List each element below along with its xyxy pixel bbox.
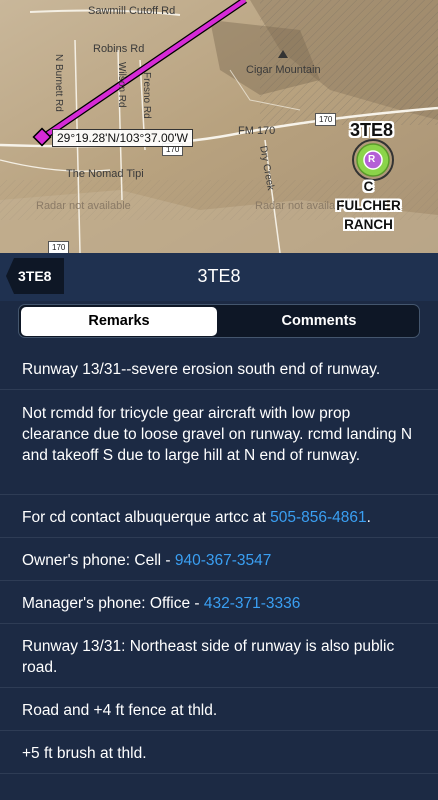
remark-text: Runway 13/31--severe erosion south end o… (22, 361, 381, 378)
route-badge: 170 (48, 241, 70, 253)
remarks-list: Runway 13/31--severe erosion south end o… (0, 347, 438, 774)
airport-name-label[interactable]: C FULCHER RANCH (331, 177, 406, 234)
list-item: Road and +4 ft fence at thld. (0, 688, 438, 731)
map-view[interactable]: Sawmill Cutoff Rd Robins Rd N Burnett Rd… (0, 0, 438, 253)
list-item: Manager's phone: Office - 432-371-3336 (0, 581, 438, 624)
airport-marker-label: R (368, 154, 376, 165)
route-badge: 170 (315, 113, 337, 126)
remark-text: Owner's phone: Cell - (22, 552, 175, 569)
remark-text: . (366, 509, 371, 526)
map-label: Robins Rd (93, 43, 145, 55)
list-item: +5 ft brush at thld. (0, 731, 438, 774)
remark-text: Runway 13/31: Northeast side of runway i… (22, 638, 395, 676)
remark-text: Not rcmdd for tricycle gear aircraft wit… (22, 405, 413, 464)
remark-text: For cd contact albuquerque artcc at (22, 509, 271, 526)
remark-text: Manager's phone: Office - (22, 595, 204, 612)
map-label: Radar not available (36, 200, 131, 212)
list-item: Owner's phone: Cell - 940-367-3547 (0, 538, 438, 581)
tab-remarks[interactable]: Remarks (21, 307, 217, 336)
map-label: Sawmill Cutoff Rd (88, 5, 176, 17)
map-label: N Burnett Rd (53, 54, 64, 112)
tab-comments[interactable]: Comments (221, 307, 417, 336)
list-item: Runway 13/31: Northeast side of runway i… (0, 624, 438, 688)
coordinate-readout: 29°19.28'N/103°37.00'W (52, 129, 193, 147)
map-label: Fresno Rd (141, 72, 152, 119)
phone-link[interactable]: 432-371-3336 (204, 595, 301, 612)
map-label: Wilson Rd (116, 62, 127, 108)
map-label: The Nomad Tipi (66, 168, 144, 180)
segmented-control: Remarks Comments (18, 304, 420, 338)
phone-link[interactable]: 505-856-4861 (270, 509, 367, 526)
map-label: Cigar Mountain (246, 64, 321, 76)
remark-text: Road and +4 ft fence at thld. (22, 702, 218, 719)
remark-text: +5 ft brush at thld. (22, 745, 147, 762)
page-title: 3TE8 (197, 266, 241, 286)
list-item: For cd contact albuquerque artcc at 505-… (0, 495, 438, 538)
list-item: Not rcmdd for tricycle gear aircraft wit… (0, 390, 438, 495)
airport-id-label[interactable]: 3TE8 (350, 120, 393, 141)
phone-link[interactable]: 940-367-3547 (175, 552, 272, 569)
map-label: FM 170 (238, 125, 276, 137)
list-item: Runway 13/31--severe erosion south end o… (0, 347, 438, 390)
